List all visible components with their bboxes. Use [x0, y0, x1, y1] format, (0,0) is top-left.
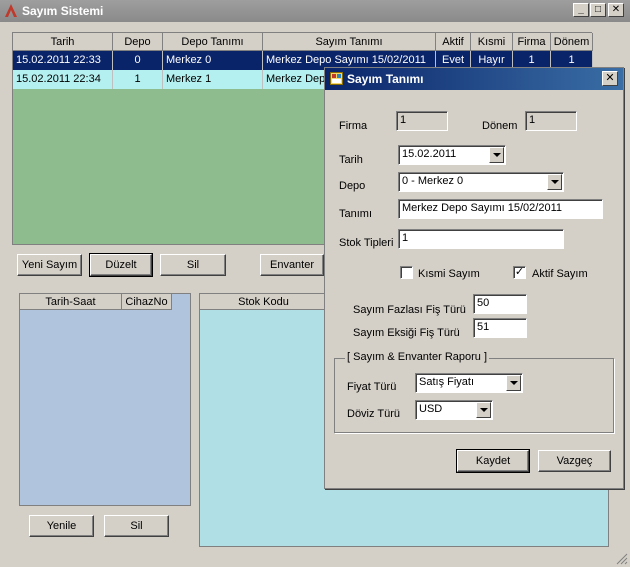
cell-tarih[interactable]: 15.02.2011 22:33: [13, 51, 113, 70]
doviz-turu-value: USD: [419, 403, 443, 415]
fiyat-turu-select[interactable]: Satış Fiyatı: [415, 373, 523, 393]
form-icon: [330, 72, 343, 85]
maximize-button[interactable]: □: [590, 3, 606, 17]
doviz-turu-select[interactable]: USD: [415, 400, 493, 420]
device-list-panel[interactable]: Tarih-Saat CihazNo: [19, 293, 191, 506]
sayim-eksigi-label: Sayım Eksiği Fiş Türü: [353, 327, 460, 339]
sil-device-button[interactable]: Sil: [104, 515, 169, 537]
stok-tipleri-label: Stok Tipleri: [339, 237, 394, 249]
tarih-label: Tarih: [339, 154, 363, 166]
column-header-firma[interactable]: Firma: [513, 33, 551, 51]
chevron-down-icon[interactable]: [489, 147, 504, 163]
envanter-button[interactable]: Envanter: [260, 254, 324, 276]
doviz-turu-label: Döviz Türü: [347, 408, 400, 420]
column-header-donem[interactable]: Dönem: [551, 33, 593, 51]
column-header-sayim-tanimi[interactable]: Sayım Tanımı: [263, 33, 436, 51]
dialog-title: Sayım Tanımı: [347, 72, 424, 86]
column-header-depo-tanimi[interactable]: Depo Tanımı: [163, 33, 263, 51]
donem-label: Dönem: [482, 120, 518, 132]
kismi-sayim-checkbox[interactable]: [400, 266, 413, 279]
cell-depo-tanimi[interactable]: Merkez 0: [163, 51, 263, 70]
chevron-down-icon[interactable]: [547, 174, 562, 190]
vazgec-button[interactable]: Vazgeç: [538, 450, 611, 472]
depo-value: 0 - Merkez 0: [402, 175, 464, 187]
app-logo-icon: [5, 4, 17, 17]
column-header-depo[interactable]: Depo: [113, 33, 163, 51]
cell-tarih[interactable]: 15.02.2011 22:34: [13, 70, 113, 89]
tanim-label: Tanımı: [339, 208, 373, 220]
column-header-cihazno[interactable]: CihazNo: [122, 294, 172, 310]
stok-tipleri-input[interactable]: 1: [398, 229, 564, 249]
kismi-sayim-label: Kısmi Sayım: [418, 268, 480, 280]
resize-grip-icon[interactable]: [616, 553, 628, 565]
column-header-tarih[interactable]: Tarih: [13, 33, 113, 51]
tanim-input[interactable]: Merkez Depo Sayımı 15/02/2011: [398, 199, 603, 219]
tarih-value: 15.02.2011: [402, 148, 457, 160]
window-titlebar[interactable]: Sayım Sistemi _ □ ✕: [0, 0, 630, 22]
window-title: Sayım Sistemi: [22, 4, 104, 18]
chevron-down-icon[interactable]: [506, 375, 521, 391]
firma-label: Firma: [339, 120, 368, 132]
yeni-sayim-button[interactable]: Yeni Sayım: [17, 254, 82, 276]
sayim-tanimi-dialog[interactable]: Sayım Tanımı ✕ Firma 1 Dönem 1 Tarih 15.…: [324, 67, 624, 489]
sil-button[interactable]: Sil: [160, 254, 226, 276]
kaydet-button[interactable]: Kaydet: [456, 449, 530, 473]
donem-field[interactable]: 1: [525, 111, 577, 131]
chevron-down-icon[interactable]: [476, 402, 491, 418]
depo-select[interactable]: 0 - Merkez 0: [398, 172, 564, 192]
yenile-button[interactable]: Yenile: [29, 515, 94, 537]
rapor-groupbox: [334, 358, 614, 433]
cell-depo-tanimi[interactable]: Merkez 1: [163, 70, 263, 89]
sayim-fazlasi-input[interactable]: 50: [473, 294, 527, 314]
cell-depo[interactable]: 1: [113, 70, 163, 89]
column-header-aktif[interactable]: Aktif: [436, 33, 471, 51]
depo-label: Depo: [339, 180, 366, 192]
rapor-group-title: [ Sayım & Envanter Raporu ]: [345, 351, 490, 363]
firma-field[interactable]: 1: [396, 111, 448, 131]
column-header-tarih-saat[interactable]: Tarih-Saat: [20, 294, 122, 310]
minimize-button[interactable]: _: [573, 3, 589, 17]
fiyat-turu-value: Satış Fiyatı: [419, 376, 475, 388]
sayim-eksigi-input[interactable]: 51: [473, 318, 527, 338]
sayim-fazlasi-label: Sayım Fazlası Fiş Türü: [353, 304, 466, 316]
close-button[interactable]: ✕: [608, 3, 624, 17]
fiyat-turu-label: Fiyat Türü: [347, 381, 397, 393]
cell-depo[interactable]: 0: [113, 51, 163, 70]
tarih-date-picker[interactable]: 15.02.2011: [398, 145, 506, 165]
aktif-sayim-label: Aktif Sayım: [532, 268, 588, 280]
column-header-stok-kodu[interactable]: Stok Kodu: [200, 294, 328, 310]
dialog-titlebar[interactable]: Sayım Tanımı ✕: [325, 68, 623, 90]
aktif-sayim-checkbox[interactable]: ✓: [513, 266, 526, 279]
duzelt-button[interactable]: Düzelt: [89, 253, 153, 277]
column-header-kismi[interactable]: Kısmi: [471, 33, 513, 51]
dialog-close-button[interactable]: ✕: [602, 71, 618, 86]
